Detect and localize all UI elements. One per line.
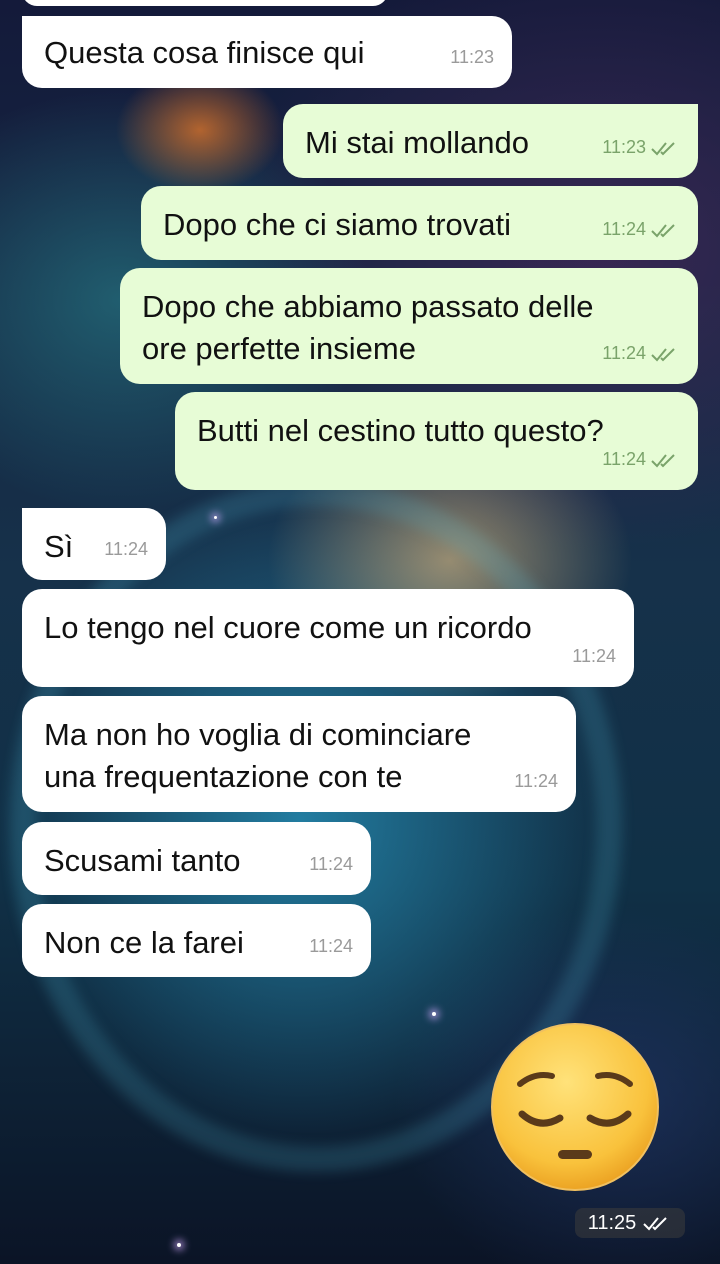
message-text-line2: una frequentazione con te [44, 759, 403, 794]
message-bubble-incoming[interactable]: Scusami tanto 11:24 [22, 822, 371, 895]
message-time: 11:24 [514, 771, 558, 791]
message-bubble-incoming[interactable]: Questa cosa finisce qui 11:23 [22, 16, 512, 88]
double-check-icon [651, 223, 675, 237]
message-bubble-incoming[interactable]: Lo tengo nel cuore come un ricordo 11:24 [22, 589, 634, 687]
message-meta: 11:23 [602, 127, 680, 168]
message-time: 11:24 [602, 343, 646, 363]
message-meta: 11:24 [602, 209, 680, 250]
double-check-icon [643, 1217, 667, 1231]
message-text-line1: Ma non ho voglia di cominciare [44, 717, 472, 752]
message-bubble-outgoing[interactable]: Dopo che ci siamo trovati 11:24 [141, 186, 698, 260]
double-check-icon [651, 141, 675, 155]
double-check-icon [651, 453, 675, 467]
message-text: Butti nel cestino tutto questo? [197, 413, 604, 448]
sticker-time-chip: 11:25 [575, 1208, 685, 1238]
message-time: 11:24 [104, 539, 148, 559]
message-time: 11:24 [572, 646, 616, 666]
message-meta: 11:23 [450, 37, 494, 78]
star-sparkle [432, 1012, 436, 1016]
message-bubble-partial[interactable] [22, 0, 388, 6]
message-time: 11:24 [602, 449, 646, 469]
message-text: Scusami tanto [44, 843, 241, 878]
message-meta: 11:24 [602, 333, 680, 374]
message-meta: 11:24 [514, 761, 558, 802]
message-bubble-incoming[interactable]: Ma non ho voglia di cominciare una frequ… [22, 696, 576, 812]
message-meta: 11:24 [572, 636, 616, 677]
message-bubble-incoming[interactable]: Sì 11:24 [22, 508, 166, 580]
message-bubble-outgoing[interactable]: Dopo che abbiamo passato delle ore perfe… [120, 268, 698, 384]
message-time: 11:23 [602, 137, 646, 157]
sticker-time: 11:25 [587, 1211, 637, 1234]
message-time: 11:23 [450, 47, 494, 67]
message-bubble-outgoing[interactable]: Butti nel cestino tutto questo? 11:24 [175, 392, 698, 490]
pensive-face-emoji[interactable] [490, 1022, 660, 1192]
message-text: Non ce la farei [44, 925, 244, 960]
message-text: Sì [44, 529, 74, 564]
message-text: Lo tengo nel cuore come un ricordo [44, 610, 532, 645]
double-check-icon [651, 347, 675, 361]
message-text-line2: ore perfette insieme [142, 331, 416, 366]
message-bubble-incoming[interactable]: Non ce la farei 11:24 [22, 904, 371, 977]
message-meta: 11:24 [309, 926, 353, 967]
message-time: 11:24 [602, 219, 646, 239]
message-text: Questa cosa finisce qui [44, 35, 365, 70]
message-meta: 11:24 [602, 439, 680, 480]
message-time: 11:24 [309, 854, 353, 874]
star-sparkle [177, 1243, 181, 1247]
message-text: Dopo che ci siamo trovati [163, 207, 512, 242]
message-text-line1: Dopo che abbiamo passato delle [142, 289, 594, 324]
star-sparkle [214, 516, 217, 519]
message-bubble-outgoing[interactable]: Mi stai mollando 11:23 [283, 104, 698, 178]
message-meta: 11:24 [309, 844, 353, 885]
message-meta: 11:24 [104, 529, 148, 570]
message-text: Mi stai mollando [305, 125, 529, 160]
message-time: 11:24 [309, 936, 353, 956]
